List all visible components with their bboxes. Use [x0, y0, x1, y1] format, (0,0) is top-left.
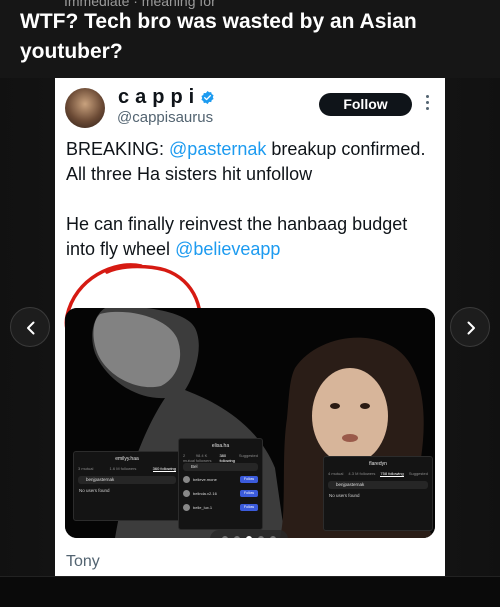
follow-button: Follow [240, 504, 258, 511]
avatar [183, 504, 190, 511]
instagram-screenshot-1: emilyy.haa 3 mutual 1.6 M followers 360 … [73, 451, 181, 521]
list-item: belle_lux.1 Follow [183, 503, 258, 513]
list-item-name: belinda.v2.16 [193, 491, 217, 496]
follow-button[interactable]: Follow [319, 93, 412, 116]
tab-mutual: 3 mutual [78, 466, 94, 471]
display-name[interactable]: cappi [118, 86, 200, 109]
follow-button: Follow [240, 476, 258, 483]
chevron-right-icon [467, 321, 475, 335]
bottom-bar [0, 576, 500, 607]
avatar [183, 476, 190, 483]
tweet-paragraph-2: He can finally reinvest the hanbaag budg… [66, 212, 436, 262]
screenshot-search-field: benjpasternak [328, 481, 428, 489]
caption-text: Tony [66, 553, 100, 570]
previous-button[interactable] [10, 307, 50, 347]
screenshot-search-field: benjpasternak [78, 476, 176, 484]
carousel-dot[interactable] [234, 536, 240, 538]
avatar[interactable] [65, 88, 105, 128]
list-item-name: believe.mone [193, 477, 217, 482]
carousel-dot[interactable] [258, 536, 264, 538]
carousel-dot[interactable] [270, 536, 276, 538]
carousel-indicator[interactable] [210, 530, 288, 538]
list-item: believe.mone Follow [183, 475, 258, 485]
follow-button: Follow [240, 490, 258, 497]
screenshot-tabs: 3 mutual 1.6 M followers 360 following [78, 466, 176, 472]
handle[interactable]: @cappisaurus [117, 109, 213, 126]
empty-result-text: No users found [79, 488, 110, 493]
list-item: belinda.v2.16 Follow [183, 489, 258, 499]
list-item-name: belle_lux.1 [193, 505, 213, 510]
embedded-tweet-card[interactable]: cappi @cappisaurus Follow BREAKING: @pas… [55, 78, 445, 576]
screenshot-username: emilyy.haa [115, 456, 139, 462]
verified-badge-icon [201, 90, 214, 105]
instagram-screenshot-2: elisa.ha 2 mutual 98.4 K followers 380 f… [178, 438, 263, 530]
instagram-screenshot-3: flaredyn 4 mutual 4.3 M followers 758 fo… [323, 456, 433, 531]
next-button[interactable] [450, 307, 490, 347]
tweet-media-video[interactable]: emilyy.haa 3 mutual 1.6 M followers 360 … [65, 308, 435, 538]
carousel-dot[interactable] [222, 536, 228, 538]
carousel-dot-active[interactable] [246, 536, 252, 538]
screenshot-username: elisa.ha [211, 443, 230, 449]
mention-link-pasternak[interactable]: @pasternak [169, 139, 266, 159]
screenshot-username: flaredyn [369, 461, 387, 467]
avatar [183, 490, 190, 497]
tab-suggested: Suggested [408, 471, 428, 476]
tab-followers: 4.3 M followers [348, 471, 376, 476]
post-header: Immediate · meaning for WTF? Tech bro wa… [0, 0, 500, 78]
empty-result-text: No users found [329, 493, 360, 498]
chevron-left-icon [27, 321, 35, 335]
tab-mutual: 4 mutual [328, 471, 344, 476]
tab-following: 360 following [152, 466, 176, 472]
screenshot-tabs: 4 mutual 4.3 M followers 758 following S… [328, 471, 428, 477]
text-segment: BREAKING: [66, 139, 170, 159]
tweet-paragraph-1: BREAKING: @pasternak breakup confirmed. … [66, 137, 436, 187]
screenshot-search-field: Bel [183, 463, 258, 471]
tab-followers: 1.6 M followers [109, 466, 137, 471]
tab-following: 758 following [380, 471, 404, 477]
more-vertical-icon[interactable] [426, 95, 430, 111]
mention-link-believeapp[interactable]: @believeapp [175, 239, 280, 259]
post-title: WTF? Tech bro was wasted by an Asian you… [20, 10, 417, 63]
